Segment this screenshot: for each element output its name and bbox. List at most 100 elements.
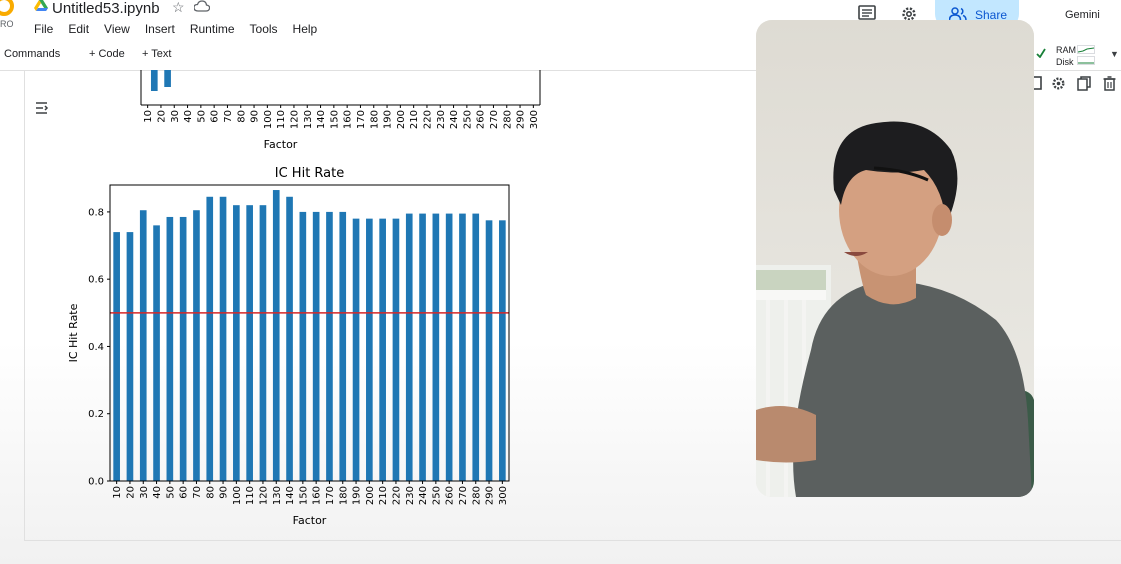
x-tick-label: 30 xyxy=(170,110,181,123)
bar-40 xyxy=(153,225,160,481)
y-tick-label: 0.0 xyxy=(88,477,104,488)
bar-300 xyxy=(499,220,506,481)
x-axis-label: Factor xyxy=(293,514,327,527)
x-tick-label: 260 xyxy=(445,486,456,505)
x-tick-label: 80 xyxy=(236,110,247,123)
resource-monitor[interactable]: RAM Disk xyxy=(1056,44,1076,68)
bar-240 xyxy=(419,213,426,481)
x-tick-label: 220 xyxy=(391,486,402,505)
x-tick-label: 60 xyxy=(179,486,190,499)
bar-20 xyxy=(126,232,134,481)
x-tick-label: 110 xyxy=(276,110,287,129)
x-tick-label: 250 xyxy=(431,486,442,505)
x-tick-label: 230 xyxy=(436,110,447,129)
x-tick-label: 150 xyxy=(298,486,309,505)
x-tick-label: 270 xyxy=(489,110,500,129)
x-tick-label: 50 xyxy=(196,110,207,123)
x-tick-label: 200 xyxy=(365,486,376,505)
mirror-cell-icon[interactable] xyxy=(1077,76,1091,91)
x-tick-label: 140 xyxy=(316,110,327,129)
x-tick-label: 300 xyxy=(498,486,509,505)
bar-200 xyxy=(366,218,373,482)
x-tick-label: 30 xyxy=(139,486,150,499)
x-tick-label: 10 xyxy=(143,110,154,123)
x-tick-label: 170 xyxy=(325,486,336,505)
x-tick-label: 70 xyxy=(223,110,234,123)
disk-label: Disk xyxy=(1056,57,1074,67)
cell-settings-icon[interactable] xyxy=(1051,76,1066,91)
x-tick-label: 160 xyxy=(343,110,354,129)
x-tick-label: 100 xyxy=(263,110,274,129)
x-tick-label: 60 xyxy=(210,110,221,123)
bar-90 xyxy=(219,196,227,482)
bar-150 xyxy=(299,211,307,481)
x-tick-label: 240 xyxy=(449,110,460,129)
bar-260 xyxy=(445,213,453,481)
x-tick-label: 40 xyxy=(152,486,163,499)
bar-140 xyxy=(286,196,293,482)
x-tick-label: 270 xyxy=(458,486,469,505)
x-tick-label: 230 xyxy=(405,486,416,505)
x-tick-label: 70 xyxy=(192,486,203,499)
x-tick-label: 260 xyxy=(476,110,487,129)
chart-title: IC Hit Rate xyxy=(275,166,344,181)
x-tick-label: 140 xyxy=(285,486,296,505)
x-tick-label: 130 xyxy=(303,110,314,129)
x-tick-label: 210 xyxy=(409,110,420,129)
resource-graph-icon xyxy=(1077,45,1095,65)
x-tick-label: 20 xyxy=(156,110,167,123)
x-tick-label: 120 xyxy=(258,486,269,505)
x-tick-label: 160 xyxy=(312,486,323,505)
x-tick-label: 290 xyxy=(516,110,527,129)
bar-80 xyxy=(206,196,214,482)
connected-check-icon xyxy=(1036,48,1046,58)
x-tick-label: 20 xyxy=(125,486,136,499)
bar-290 xyxy=(485,220,493,481)
bar-270 xyxy=(459,213,466,481)
bar-250 xyxy=(432,213,440,481)
x-tick-label: 150 xyxy=(329,110,340,129)
presenter-video-image xyxy=(756,20,1034,497)
y-tick-label: 0.4 xyxy=(88,342,104,353)
x-tick-label: 50 xyxy=(165,486,176,499)
people-icon xyxy=(949,7,967,21)
x-tick-label: 190 xyxy=(383,110,394,129)
bar-60 xyxy=(179,216,187,482)
delete-cell-icon[interactable] xyxy=(1103,76,1116,91)
x-tick-label: 220 xyxy=(422,110,433,129)
bar-70 xyxy=(193,210,200,481)
bar xyxy=(164,70,171,87)
gemini-button[interactable]: Gemini xyxy=(1065,9,1100,21)
x-tick-label: 200 xyxy=(396,110,407,129)
x-tick-label: 120 xyxy=(289,110,300,129)
x-tick-label: 110 xyxy=(245,486,256,505)
bar-50 xyxy=(166,216,174,482)
chart-output: 10 20 30 40 50 60 70 80 90 100 110 120 130 140 150 160 1… xyxy=(67,70,541,527)
x-tick-label: 80 xyxy=(205,486,216,499)
bar-230 xyxy=(405,213,413,481)
x-tick-label: 250 xyxy=(462,110,473,129)
x-tick-label: 130 xyxy=(272,486,283,505)
y-tick-label: 0.6 xyxy=(88,275,104,286)
bar-110 xyxy=(246,205,253,481)
x-axis-label: Factor xyxy=(264,138,298,151)
bar-100 xyxy=(233,205,240,481)
bar xyxy=(150,70,158,91)
bar-30 xyxy=(139,210,147,481)
y-tick-label: 0.2 xyxy=(88,409,104,420)
bar-10 xyxy=(113,232,120,481)
comments-icon[interactable] xyxy=(858,5,876,21)
x-tick-label: 100 xyxy=(232,486,243,505)
bar-210 xyxy=(379,218,386,482)
x-tick-label: 90 xyxy=(219,486,230,499)
x-tick-label: 180 xyxy=(369,110,380,129)
bar-120 xyxy=(259,205,267,481)
x-tick-label: 290 xyxy=(485,486,496,505)
x-tick-label: 90 xyxy=(250,110,261,123)
bar-130 xyxy=(272,190,280,481)
bar-170 xyxy=(326,211,333,481)
webcam-overlay xyxy=(756,20,1034,497)
y-axis-label: IC Hit Rate xyxy=(67,303,80,362)
bar-190 xyxy=(352,218,360,482)
runtime-dropdown-icon[interactable]: ▼ xyxy=(1110,49,1119,59)
